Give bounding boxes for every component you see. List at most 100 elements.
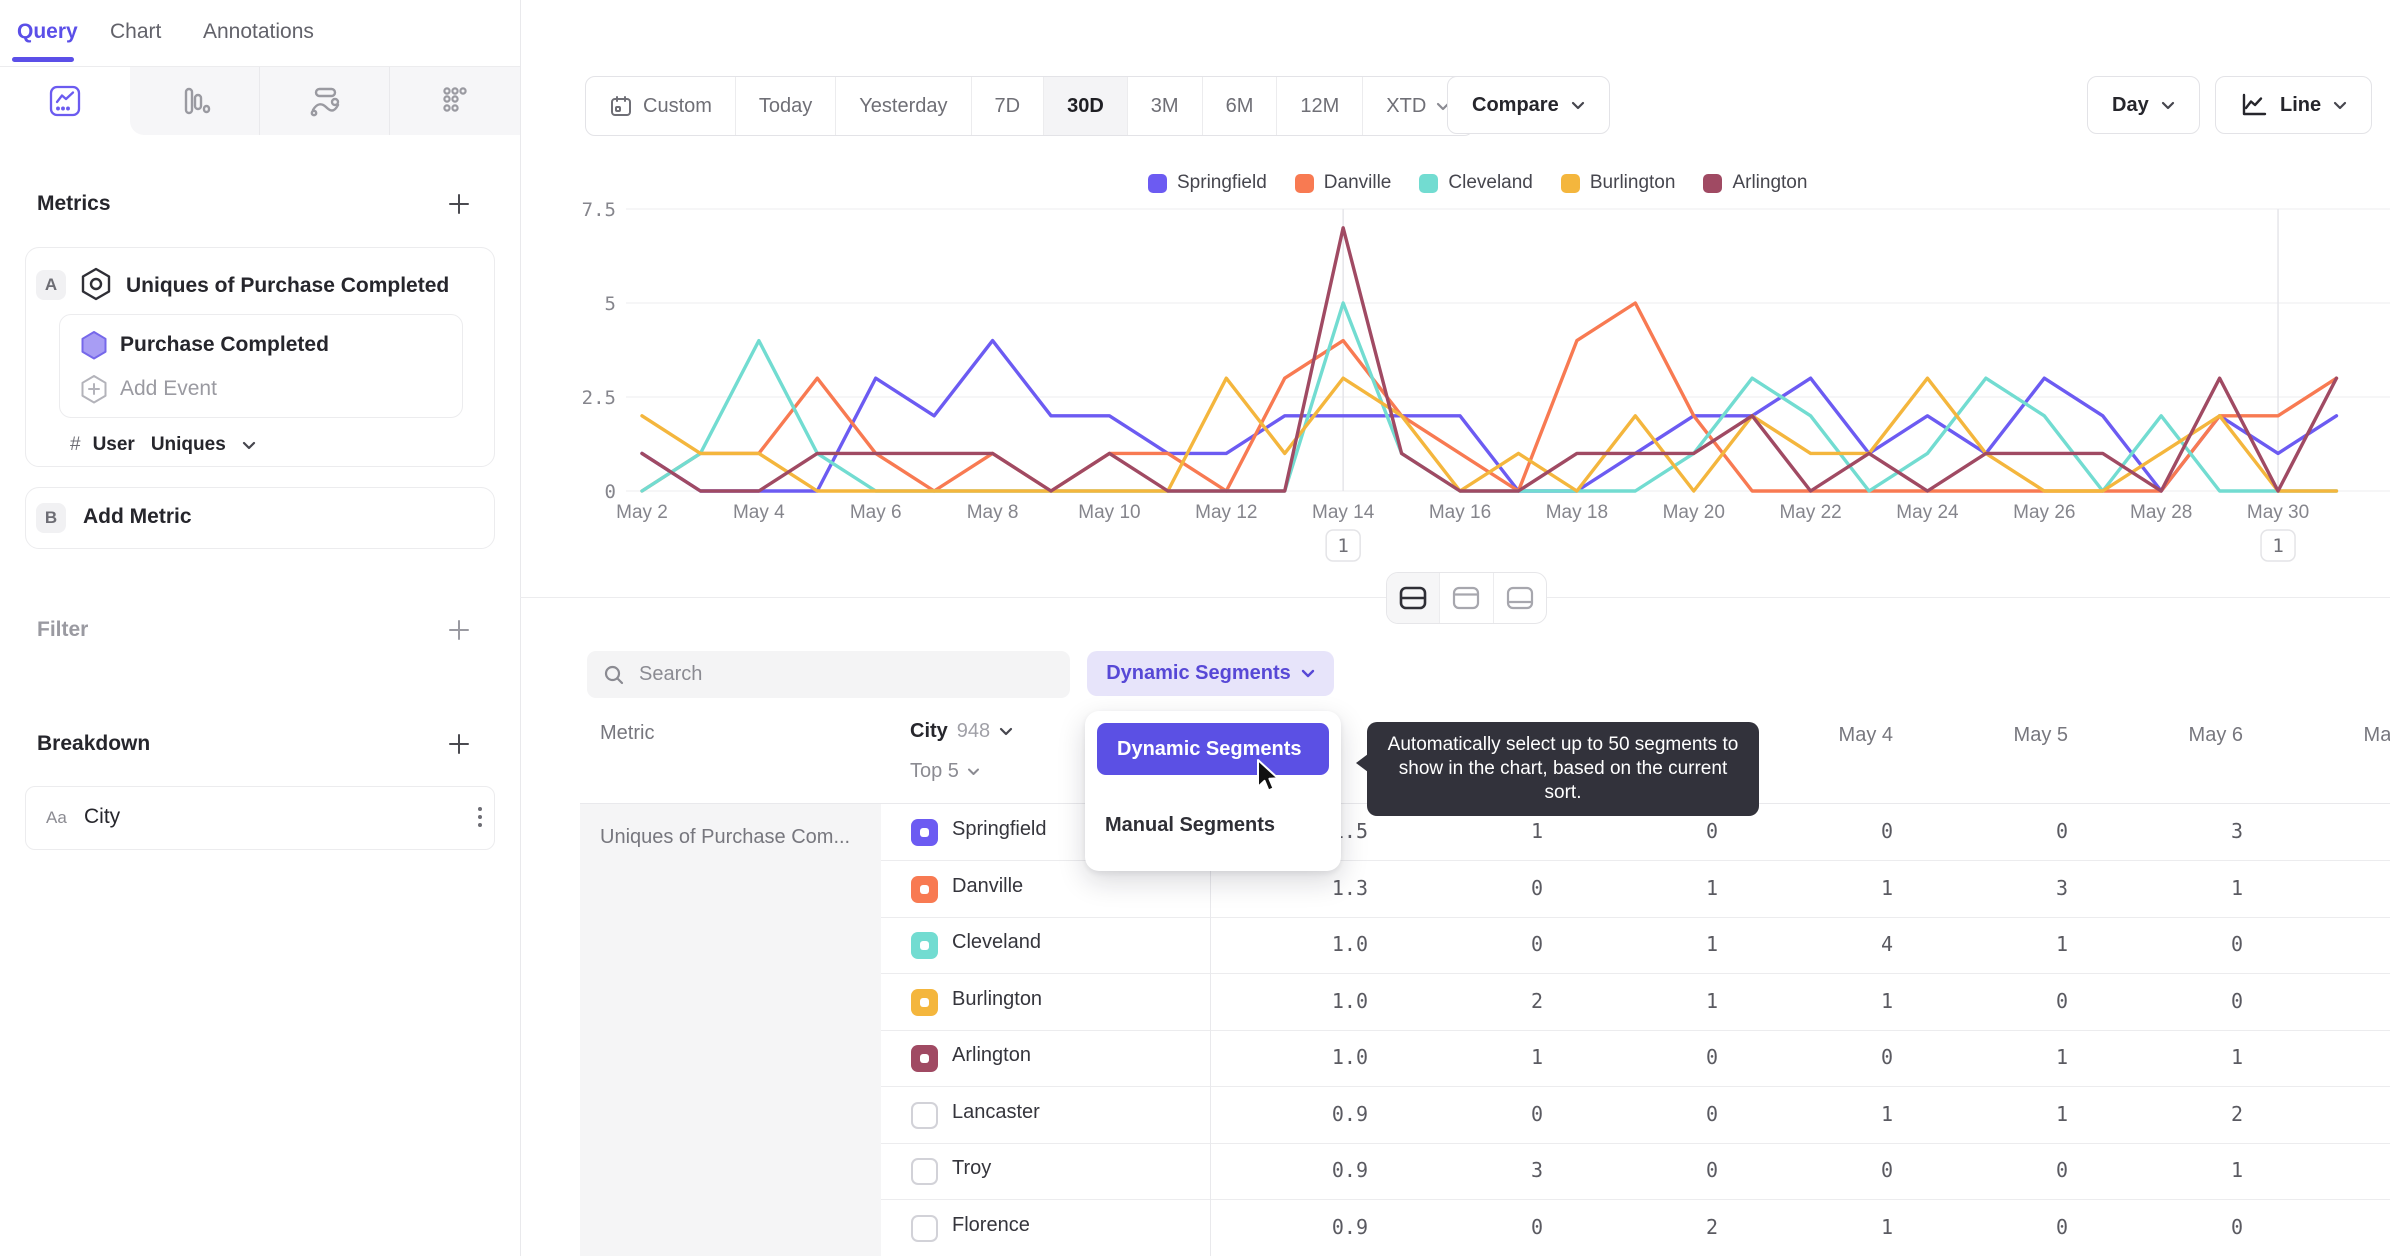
checkbox-dot	[920, 941, 929, 950]
checkbox-dot	[920, 884, 929, 894]
range-yesterday[interactable]: Yesterday	[835, 77, 970, 135]
segments-mode-button[interactable]: Dynamic Segments	[1087, 651, 1334, 696]
segment-checkbox-checked[interactable]	[911, 932, 938, 959]
segment-checkbox-unchecked[interactable]	[911, 1214, 938, 1242]
chart-type-scatter-tab[interactable]	[390, 67, 520, 135]
segment-day-value: 0	[1880, 1045, 1893, 1069]
range-6m[interactable]: 6M	[1201, 77, 1277, 135]
breakdown-city-card[interactable]: Aa City	[25, 786, 495, 850]
legend-item-springfield[interactable]: Springfield	[1148, 172, 1267, 194]
segment-label[interactable]: Troy	[952, 1157, 991, 1180]
segment-average-value: 1.0	[1331, 932, 1368, 956]
legend-item-burlington[interactable]: Burlington	[1560, 172, 1675, 194]
granularity-button[interactable]: Day	[2087, 76, 2200, 134]
svg-text:May 22: May 22	[1779, 502, 1841, 523]
segment-column-header[interactable]: City 948	[910, 720, 1013, 743]
segment-day-value: 1	[1530, 819, 1543, 843]
range-label: 30D	[1067, 94, 1104, 117]
range-custom[interactable]: Custom	[586, 77, 735, 135]
dropdown-item-dynamic-segments[interactable]: Dynamic Segments	[1097, 723, 1329, 775]
layout-chart-view-button[interactable]	[1440, 573, 1494, 623]
segment-average-value: 0.9	[1331, 1214, 1368, 1239]
measure-uniques: Uniques	[150, 434, 226, 455]
segment-checkbox-checked[interactable]	[911, 875, 938, 903]
metric-column-header: Metric	[600, 722, 655, 744]
range-label: 12M	[1300, 94, 1340, 117]
segment-day-value: 1	[2055, 932, 2068, 956]
segment-label[interactable]: Burlington	[952, 988, 1042, 1011]
measure-selector[interactable]: # User Uniques	[70, 434, 256, 456]
compare-button[interactable]: Compare	[1447, 76, 1610, 134]
metric-hexagon-icon	[78, 266, 114, 302]
range-3m[interactable]: 3M	[1126, 77, 1202, 135]
add-event-label[interactable]: Add Event	[120, 377, 217, 401]
add-filter-plus-icon[interactable]	[445, 616, 473, 644]
event-name[interactable]: Purchase Completed	[120, 333, 329, 357]
segment-label[interactable]: Arlington	[952, 1044, 1031, 1067]
segment-label[interactable]: Springfield	[952, 818, 1047, 841]
legend-item-danville[interactable]: Danville	[1294, 172, 1391, 194]
range-label: Custom	[643, 94, 712, 117]
svg-text:May 14: May 14	[1312, 502, 1375, 523]
chart-style-button[interactable]: Line	[2215, 76, 2373, 134]
metric-a-title[interactable]: Uniques of Purchase Completed	[126, 274, 449, 298]
segment-search[interactable]	[587, 651, 1070, 698]
chart-type-flow-tab[interactable]	[260, 67, 390, 135]
range-12m[interactable]: 12M	[1276, 77, 1362, 135]
day-column-header: May 4	[1838, 724, 1893, 746]
segment-checkbox-unchecked[interactable]	[911, 1101, 938, 1129]
segment-property-name: City	[910, 720, 948, 742]
segment-checkbox-checked[interactable]	[911, 819, 938, 846]
segment-day-value: 3	[1530, 1158, 1543, 1182]
svg-text:May 20: May 20	[1663, 502, 1725, 523]
segment-label[interactable]: Lancaster	[952, 1101, 1040, 1124]
event-block: Purchase Completed Add Event	[59, 314, 463, 418]
segment-day-value: 1	[1880, 988, 1893, 1013]
tab-query[interactable]: Query	[17, 20, 78, 44]
layout-toggle	[1386, 572, 1547, 624]
chart-type-bar-tab[interactable]	[130, 67, 260, 135]
chart-type-strip	[0, 67, 520, 135]
segment-row-troy: Troy 0.9 3 0 0 0 1	[881, 1143, 2390, 1200]
calendar-icon	[609, 94, 633, 118]
search-input[interactable]	[637, 662, 1054, 687]
range-30d[interactable]: 30D	[1043, 77, 1127, 135]
top-n-filter[interactable]: Top 5	[910, 760, 980, 783]
layout-table-view-button[interactable]	[1494, 573, 1546, 623]
top-n-label: Top 5	[910, 760, 959, 782]
line-chart[interactable]: 0 2.5 5 7.5 1 1 May 2 May 4 May 6 May 8 May 10 May …	[580, 196, 2390, 574]
segment-checkbox-checked[interactable]	[911, 988, 938, 1016]
add-metric-plus-icon[interactable]	[445, 190, 473, 218]
legend-item-cleveland[interactable]: Cleveland	[1419, 172, 1533, 194]
tab-annotations[interactable]: Annotations	[203, 20, 314, 44]
segment-day-value: 0	[2230, 1214, 2243, 1239]
range-7d[interactable]: 7D	[970, 77, 1044, 135]
compare-label: Compare	[1472, 93, 1559, 116]
chevron-down-icon	[1571, 101, 1585, 110]
segment-day-value: 0	[1530, 932, 1543, 956]
range-label: 3M	[1150, 94, 1179, 117]
range-label: Today	[758, 94, 813, 117]
breakdown-property-label: City	[84, 805, 121, 828]
add-breakdown-plus-icon[interactable]	[445, 730, 473, 758]
kebab-menu-icon[interactable]	[478, 807, 482, 827]
metric-card-b[interactable]: B Add Metric	[25, 487, 495, 549]
range-today[interactable]: Today	[734, 77, 835, 135]
tab-chart[interactable]: Chart	[110, 20, 161, 44]
legend-item-arlington[interactable]: Arlington	[1703, 172, 1807, 194]
segment-checkbox-unchecked[interactable]	[911, 1158, 938, 1185]
segment-label[interactable]: Florence	[952, 1214, 1030, 1237]
segment-row-arlington: Arlington 1.0 1 0 0 1 1	[881, 1030, 2390, 1087]
chart-type-line-tab[interactable]	[0, 67, 130, 135]
layout-split-view-button[interactable]	[1387, 573, 1441, 623]
segment-day-value: 2	[2230, 1101, 2243, 1126]
segment-row-florence: Florence 0.9 0 2 1 0 0	[881, 1200, 2390, 1256]
segment-day-value: 0	[2230, 932, 2243, 956]
chevron-down-icon	[2161, 101, 2175, 110]
dropdown-item-manual-segments[interactable]: Manual Segments	[1105, 803, 1329, 847]
segment-label[interactable]: Cleveland	[952, 931, 1041, 954]
chevron-down-icon	[1301, 669, 1315, 678]
svg-text:May 18: May 18	[1546, 502, 1608, 523]
segment-checkbox-checked[interactable]	[911, 1045, 938, 1072]
segment-label[interactable]: Danville	[952, 875, 1023, 898]
